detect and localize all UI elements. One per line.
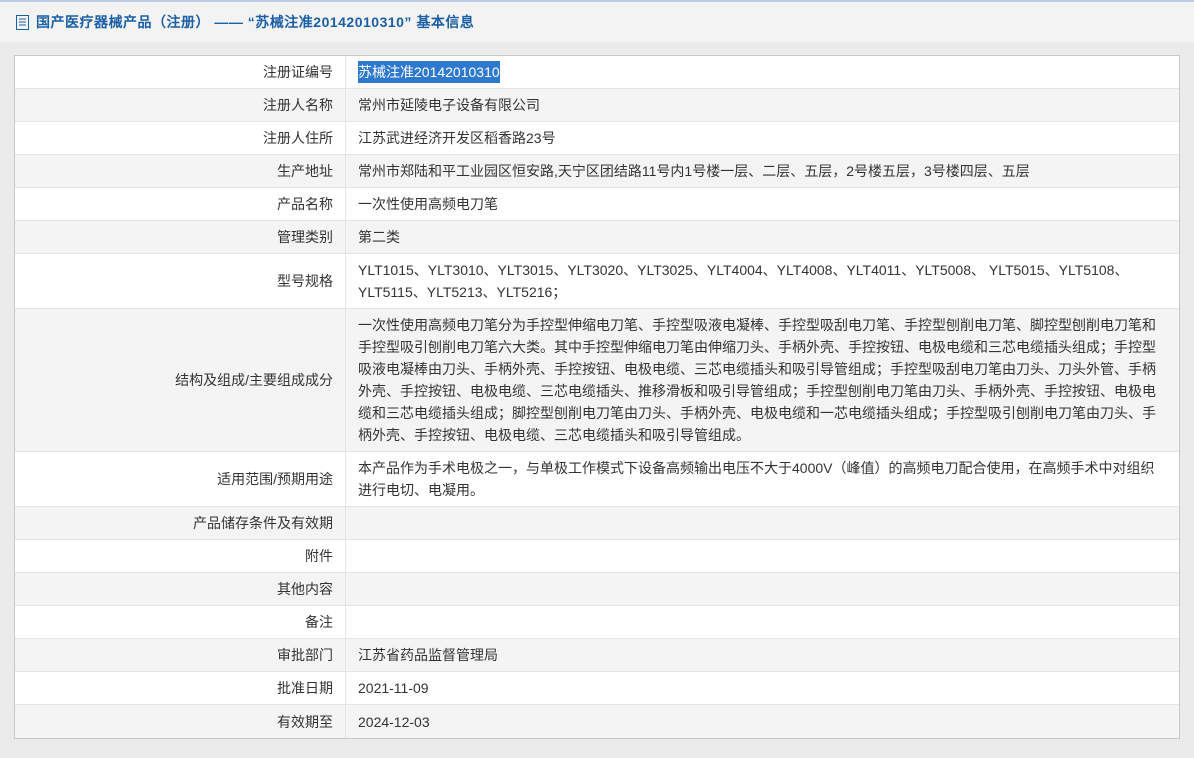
row-label: 批准日期	[15, 672, 346, 704]
table-row: 注册人住所 江苏武进经济开发区稻香路23号	[15, 122, 1179, 155]
row-label: 备注	[15, 606, 346, 638]
row-value: 2021-11-09	[346, 672, 1179, 704]
row-label: 注册证编号	[15, 56, 346, 88]
table-row: 注册人名称 常州市延陵电子设备有限公司	[15, 89, 1179, 122]
table-row: 产品名称 一次性使用高频电刀笔	[15, 188, 1179, 221]
selected-registration-number: 苏械注准20142010310	[358, 61, 500, 83]
table-row: 生产地址 常州市郑陆和平工业园区恒安路,天宁区团结路11号内1号楼一层、二层、五…	[15, 155, 1179, 188]
row-value: 一次性使用高频电刀笔	[346, 188, 1179, 220]
table-row: 备注	[15, 606, 1179, 639]
row-value: 常州市郑陆和平工业园区恒安路,天宁区团结路11号内1号楼一层、二层、五层，2号楼…	[346, 155, 1179, 187]
row-label: 管理类别	[15, 221, 346, 253]
table-row: 产品储存条件及有效期	[15, 507, 1179, 540]
row-value	[346, 606, 1179, 638]
row-label: 有效期至	[15, 705, 346, 738]
page-header: 国产医疗器械产品（注册） —— “苏械注准20142010310” 基本信息	[0, 2, 1194, 42]
table-row: 结构及组成/主要组成成分 一次性使用高频电刀笔分为手控型伸缩电刀笔、手控型吸液电…	[15, 309, 1179, 452]
row-value: 2024-12-03	[346, 705, 1179, 738]
row-label: 注册人名称	[15, 89, 346, 121]
table-row: 型号规格 YLT1015、YLT3010、YLT3015、YLT3020、YLT…	[15, 254, 1179, 309]
table-row: 管理类别 第二类	[15, 221, 1179, 254]
row-label: 审批部门	[15, 639, 346, 671]
table-row: 其他内容	[15, 573, 1179, 606]
row-value: 江苏武进经济开发区稻香路23号	[346, 122, 1179, 154]
row-value	[346, 573, 1179, 605]
row-label: 其他内容	[15, 573, 346, 605]
row-value: 常州市延陵电子设备有限公司	[346, 89, 1179, 121]
row-label: 附件	[15, 540, 346, 572]
row-label: 生产地址	[15, 155, 346, 187]
table-row: 批准日期 2021-11-09	[15, 672, 1179, 705]
registration-table: 注册证编号 苏械注准20142010310 注册人名称 常州市延陵电子设备有限公…	[14, 55, 1180, 739]
table-row: 有效期至 2024-12-03	[15, 705, 1179, 738]
table-row: 附件	[15, 540, 1179, 573]
row-value: 苏械注准20142010310	[346, 56, 1179, 88]
table-row: 适用范围/预期用途 本产品作为手术电极之一，与单极工作模式下设备高频输出电压不大…	[15, 452, 1179, 507]
table-row: 注册证编号 苏械注准20142010310	[15, 56, 1179, 89]
row-label: 产品储存条件及有效期	[15, 507, 346, 539]
document-icon	[16, 15, 29, 30]
row-value: 一次性使用高频电刀笔分为手控型伸缩电刀笔、手控型吸液电凝棒、手控型吸刮电刀笔、手…	[346, 309, 1179, 451]
row-value	[346, 507, 1179, 539]
row-value: 本产品作为手术电极之一，与单极工作模式下设备高频输出电压不大于4000V（峰值）…	[346, 452, 1179, 506]
row-label: 结构及组成/主要组成成分	[15, 309, 346, 451]
row-label: 型号规格	[15, 254, 346, 308]
page-title: 国产医疗器械产品（注册） —— “苏械注准20142010310” 基本信息	[36, 12, 474, 32]
row-value: YLT1015、YLT3010、YLT3015、YLT3020、YLT3025、…	[346, 254, 1179, 308]
table-row: 审批部门 江苏省药品监督管理局	[15, 639, 1179, 672]
row-value	[346, 540, 1179, 572]
row-label: 适用范围/预期用途	[15, 452, 346, 506]
row-value: 第二类	[346, 221, 1179, 253]
row-label: 产品名称	[15, 188, 346, 220]
row-label: 注册人住所	[15, 122, 346, 154]
row-value: 江苏省药品监督管理局	[346, 639, 1179, 671]
